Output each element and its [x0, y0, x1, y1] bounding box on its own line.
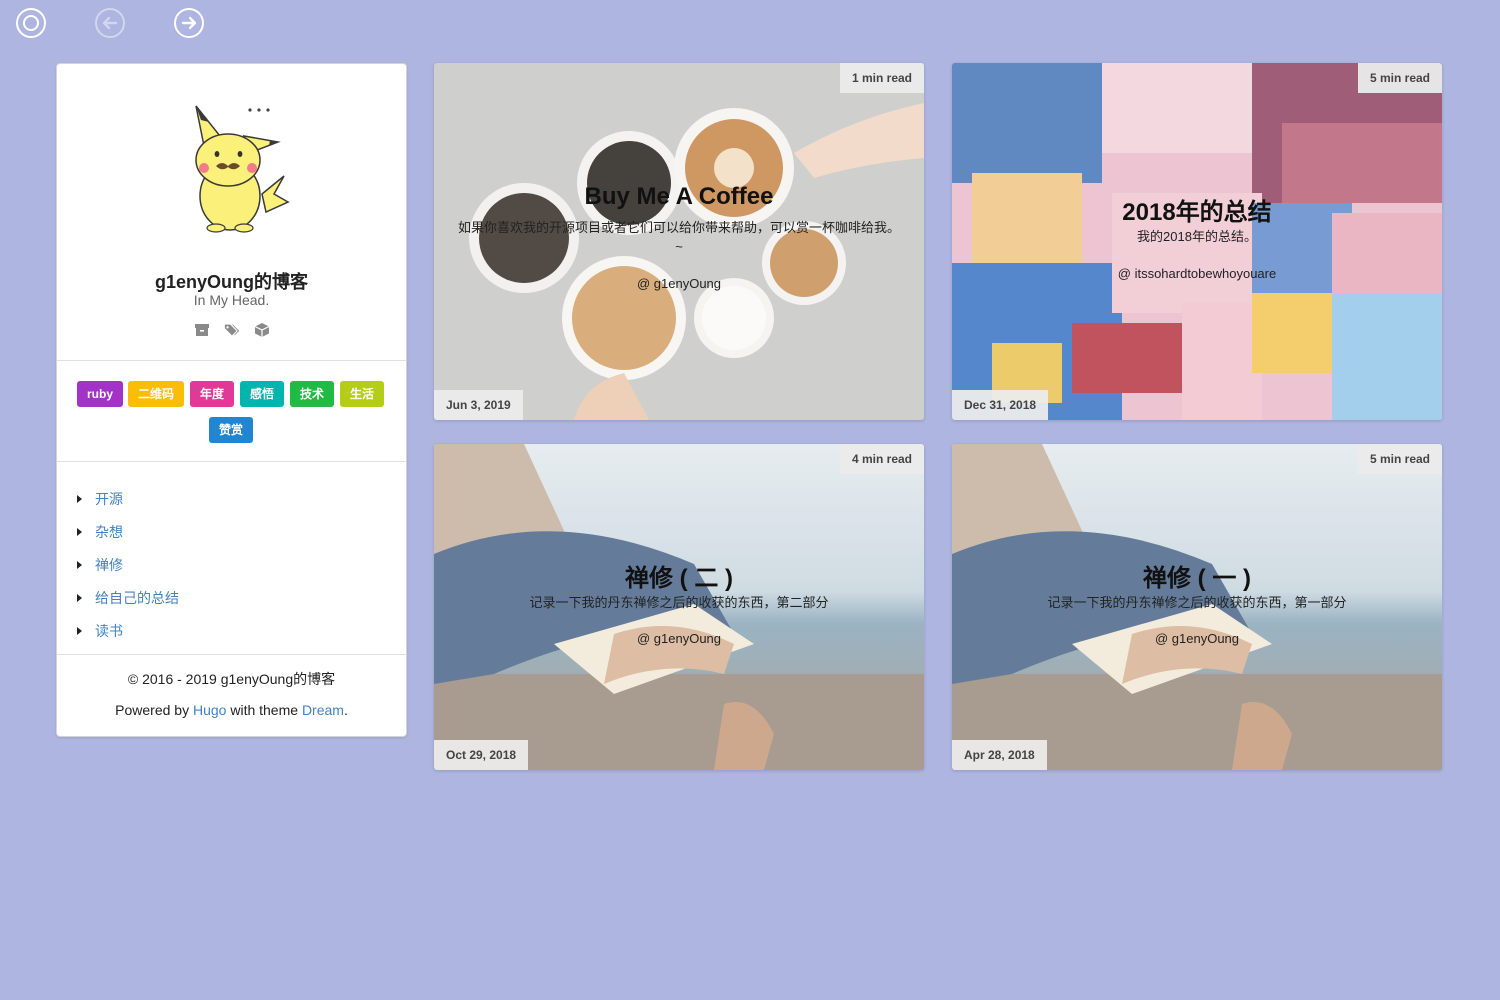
tag-cloud: ruby 二维码 年度 感悟 技术 生活 赞赏 [57, 361, 406, 462]
home-circle-icon[interactable] [16, 8, 46, 38]
caret-right-icon [77, 560, 82, 569]
post-author: @ g1enyOung [636, 276, 722, 291]
footer-period: . [343, 702, 348, 718]
dream-link[interactable]: Dream [302, 702, 344, 718]
category-item[interactable]: 禅修 [57, 548, 406, 581]
caret-right-icon [77, 527, 82, 536]
post-card[interactable]: 4 min read 禅修 ( 二 ) 记录一下我的丹东禅修之后的收获的东西，第… [434, 444, 924, 770]
read-time-badge: 4 min read [839, 444, 924, 474]
post-title[interactable]: Buy Me A Coffee [434, 183, 924, 211]
blog-title[interactable]: g1enyOung的博客 [57, 268, 406, 294]
post-title[interactable]: 禅修 ( 一 ) [952, 558, 1442, 593]
post-title[interactable]: 2018年的总结 [952, 192, 1442, 227]
powered-by: Powered by Hugo with theme Dream. [57, 702, 406, 718]
caret-right-icon [77, 593, 82, 602]
copyright-text: © 2016 - 2019 g1enyOung的博客 [127, 671, 336, 687]
category-label[interactable]: 杂想 [95, 522, 123, 542]
with-theme-text: with theme [230, 702, 299, 718]
post-date-badge: Jun 3, 2019 [434, 390, 523, 420]
archive-icon[interactable] [194, 322, 210, 338]
category-item[interactable]: 读书 [57, 614, 406, 647]
tag-insight[interactable]: 感悟 [240, 381, 285, 407]
post-title[interactable]: 禅修 ( 二 ) [434, 558, 924, 593]
sidebar-footer: © 2016 - 2019 g1enyOung的博客 Powered by Hu… [57, 655, 406, 718]
post-date-badge: Oct 29, 2018 [434, 740, 529, 770]
post-description: 记录一下我的丹东禅修之后的收获的东西，第一部分 [1047, 595, 1347, 610]
category-label[interactable]: 禅修 [95, 555, 123, 575]
read-time-badge: 5 min read [1357, 63, 1442, 93]
blog-subtitle: In My Head. [193, 292, 270, 308]
category-item[interactable]: 杂想 [57, 515, 406, 548]
read-time-badge: 1 min read [839, 63, 924, 93]
tag-life[interactable]: 生活 [340, 381, 385, 407]
category-label[interactable]: 读书 [95, 621, 123, 641]
post-card[interactable]: 1 min read Buy Me A Coffee 如果你喜欢我的开源项目或者… [434, 63, 924, 420]
category-list: 开源 杂想 禅修 给自己的总结 读书 [57, 462, 406, 655]
tag-annual[interactable]: 年度 [190, 381, 235, 407]
hugo-link[interactable]: Hugo [193, 702, 226, 718]
post-description: 记录一下我的丹东禅修之后的收获的东西，第二部分 [529, 595, 829, 610]
arrow-right-circle-icon[interactable] [174, 8, 204, 38]
arrow-left-circle-icon[interactable] [95, 8, 125, 38]
post-card[interactable]: 5 min read 禅修 ( 一 ) 记录一下我的丹东禅修之后的收获的东西，第… [952, 444, 1442, 770]
post-description: 如果你喜欢我的开源项目或者它们可以给你带来帮助，可以赏一杯咖啡给我。~ [458, 220, 901, 254]
tag-ruby[interactable]: ruby [77, 381, 124, 407]
tags-icon[interactable] [224, 322, 240, 338]
pikachu-avatar [195, 105, 290, 233]
category-label[interactable]: 开源 [95, 489, 123, 509]
powered-prefix: Powered by [115, 702, 190, 718]
caret-right-icon [77, 626, 82, 635]
sidebar-card: g1enyOung的博客 In My Head. ruby 二维码 年度 感悟 … [56, 63, 407, 737]
category-label[interactable]: 给自己的总结 [95, 588, 179, 608]
read-time-badge: 5 min read [1357, 444, 1442, 474]
post-author: @ g1enyOung [1154, 631, 1240, 646]
profile-icons [57, 322, 406, 338]
tag-tech[interactable]: 技术 [290, 381, 335, 407]
category-item[interactable]: 给自己的总结 [57, 581, 406, 614]
post-date-badge: Dec 31, 2018 [952, 390, 1049, 420]
profile-section: g1enyOung的博客 In My Head. [57, 64, 406, 361]
category-item[interactable]: 开源 [57, 482, 406, 515]
post-card[interactable]: 5 min read 2018年的总结 我的2018年的总结。 @ itssoh… [952, 63, 1442, 420]
post-author: @ g1enyOung [636, 631, 722, 646]
post-author: @ itssohardtobewhoyouare [1117, 266, 1277, 281]
tag-qrcode[interactable]: 二维码 [128, 381, 185, 407]
tag-donate[interactable]: 赞赏 [209, 417, 254, 443]
caret-right-icon [77, 494, 82, 503]
post-date-badge: Apr 28, 2018 [952, 740, 1047, 770]
cube-icon[interactable] [254, 322, 270, 338]
post-description: 我的2018年的总结。 [1137, 229, 1257, 244]
